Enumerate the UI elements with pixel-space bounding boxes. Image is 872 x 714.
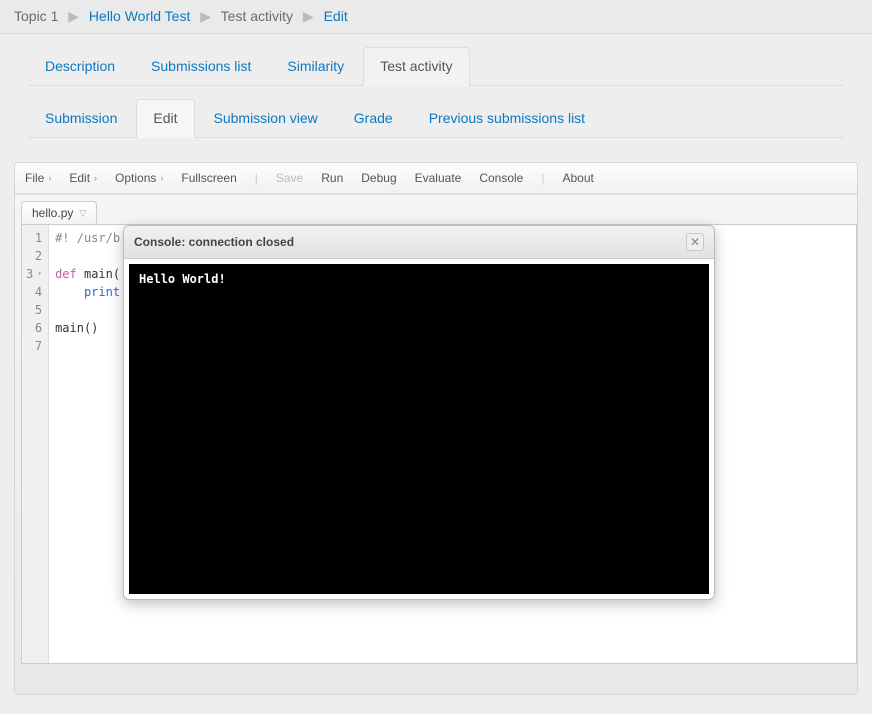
breadcrumb: Topic 1 ▶ Hello World Test ▶ Test activi… <box>0 0 872 34</box>
subtab-grade[interactable]: Grade <box>337 99 410 138</box>
file-tab-label: hello.py <box>32 206 73 220</box>
toolbar-save: Save <box>276 171 303 185</box>
console-window: Console: connection closed ✕ Hello World… <box>123 225 715 600</box>
triangle-down-icon[interactable]: ▽ <box>79 208 86 219</box>
subtab-previous-submissions[interactable]: Previous submissions list <box>412 99 602 138</box>
toolbar-edit[interactable]: Edit› <box>69 171 97 185</box>
console-title-text: Console: connection closed <box>134 235 294 249</box>
breadcrumb-item: Topic 1 <box>14 8 58 24</box>
subtab-submission[interactable]: Submission <box>28 99 134 138</box>
file-tab[interactable]: hello.py ▽ <box>21 201 97 224</box>
toolbar-evaluate[interactable]: Evaluate <box>415 171 462 185</box>
console-output[interactable]: Hello World! <box>129 264 709 594</box>
breadcrumb-separator-icon: ▶ <box>200 8 211 25</box>
breadcrumb-item[interactable]: Hello World Test <box>89 8 190 24</box>
toolbar-separator: | <box>255 171 258 185</box>
tab-description[interactable]: Description <box>28 47 132 86</box>
toolbar-console[interactable]: Console <box>479 171 523 185</box>
chevron-right-icon: › <box>160 173 163 183</box>
chevron-right-icon: › <box>48 173 51 183</box>
gutter: 1 2 3▾ 4 5 6 7 <box>22 225 49 663</box>
tab-similarity[interactable]: Similarity <box>270 47 361 86</box>
toolbar-debug[interactable]: Debug <box>361 171 396 185</box>
editor-area: hello.py ▽ 1 2 3▾ 4 5 6 7 #! /usr/b def … <box>15 194 857 694</box>
toolbar-fullscreen[interactable]: Fullscreen <box>181 171 236 185</box>
editor-toolbar: File› Edit› Options› Fullscreen | Save R… <box>15 163 857 194</box>
toolbar-options[interactable]: Options› <box>115 171 163 185</box>
primary-tabs: Description Submissions list Similarity … <box>14 34 858 86</box>
chevron-right-icon: › <box>94 173 97 183</box>
secondary-tabs: Submission Edit Submission view Grade Pr… <box>14 86 858 138</box>
tab-test-activity[interactable]: Test activity <box>363 47 469 86</box>
toolbar-separator: | <box>541 171 544 185</box>
breadcrumb-item: Test activity <box>221 8 293 24</box>
toolbar-about[interactable]: About <box>562 171 593 185</box>
console-titlebar[interactable]: Console: connection closed ✕ <box>124 226 714 259</box>
breadcrumb-separator-icon: ▶ <box>68 8 79 25</box>
toolbar-run[interactable]: Run <box>321 171 343 185</box>
tab-submissions-list[interactable]: Submissions list <box>134 47 268 86</box>
breadcrumb-item[interactable]: Edit <box>324 8 348 24</box>
fold-icon[interactable]: ▾ <box>37 265 42 283</box>
toolbar-file[interactable]: File› <box>25 171 51 185</box>
code-body[interactable]: #! /usr/b def main( print main() <box>49 225 126 663</box>
breadcrumb-separator-icon: ▶ <box>303 8 314 25</box>
close-icon[interactable]: ✕ <box>686 233 704 251</box>
subtab-edit[interactable]: Edit <box>136 99 194 138</box>
subtab-submission-view[interactable]: Submission view <box>197 99 335 138</box>
